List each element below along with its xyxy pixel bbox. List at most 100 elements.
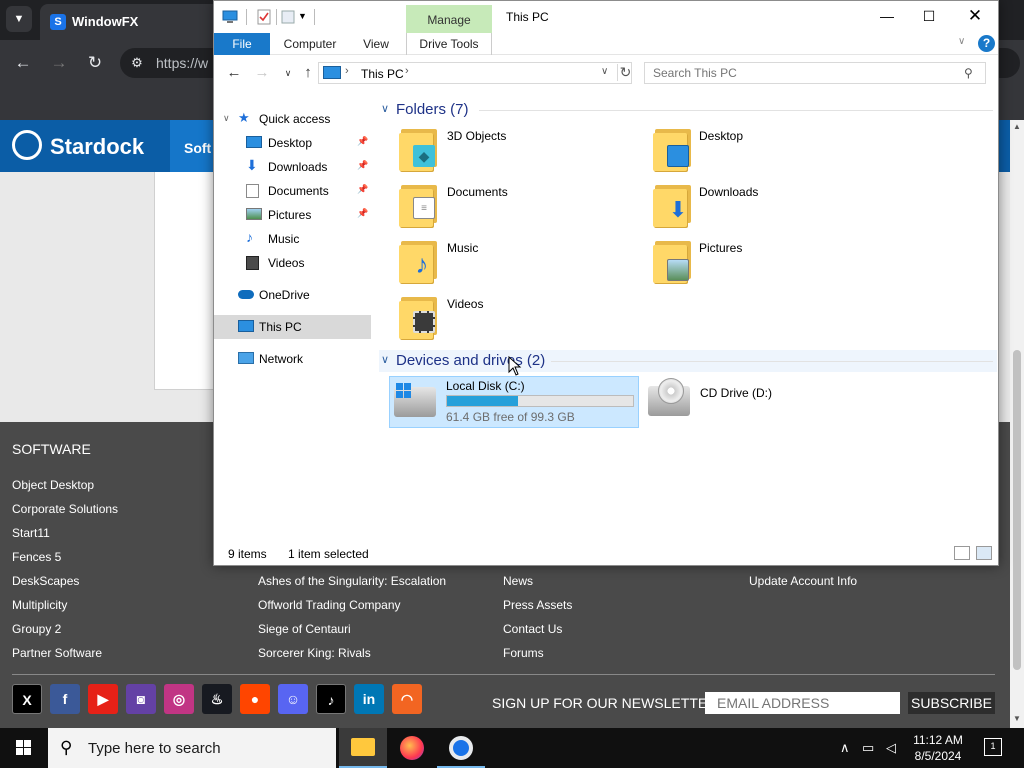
tab-computer[interactable]: Computer xyxy=(278,33,342,55)
nav-quick-videos[interactable]: Videos xyxy=(214,251,371,275)
back-arrow-icon[interactable]: ← xyxy=(224,63,244,83)
x-icon[interactable]: X xyxy=(12,684,42,714)
nav-quick-downloads[interactable]: ⬇ Downloads 📌 xyxy=(214,155,371,179)
folder-pictures[interactable]: Pictures xyxy=(653,239,901,293)
details-view-icon[interactable] xyxy=(954,546,970,560)
maximize-icon[interactable]: ☐ xyxy=(906,1,952,31)
footer-link[interactable]: Forums xyxy=(503,646,544,660)
start-button[interactable] xyxy=(0,728,48,768)
tab-search-button[interactable]: ▼ xyxy=(6,6,32,32)
address-bar[interactable]: › This PC › ∨ ↻ xyxy=(318,62,632,84)
folder-videos[interactable]: Videos xyxy=(399,295,647,349)
tab-file[interactable]: File xyxy=(214,33,270,55)
instagram-icon[interactable]: ◎ xyxy=(164,684,194,714)
facebook-icon[interactable]: f xyxy=(50,684,80,714)
footer-link[interactable]: DeskScapes xyxy=(12,574,79,588)
up-arrow-icon[interactable]: ↑ xyxy=(298,63,318,83)
rss-icon[interactable]: ◠ xyxy=(392,684,422,714)
reddit-icon[interactable]: ● xyxy=(240,684,270,714)
minimize-icon[interactable]: — xyxy=(864,1,910,31)
nav-quick-pictures[interactable]: Pictures 📌 xyxy=(214,203,371,227)
footer-link[interactable]: Offworld Trading Company xyxy=(258,598,401,612)
browser-tab[interactable]: S WindowFX xyxy=(40,4,220,40)
collapse-chevron-icon[interactable]: ∨ xyxy=(381,353,389,366)
scroll-thumb[interactable] xyxy=(1013,350,1021,670)
taskbar-clock[interactable]: 11:12 AM 8/5/2024 xyxy=(905,732,971,764)
nav-onedrive[interactable]: OneDrive xyxy=(214,283,371,307)
folder-3d-objects[interactable]: ◆ 3D Objects xyxy=(399,127,647,181)
taskbar-file-explorer[interactable] xyxy=(339,728,387,768)
explorer-titlebar[interactable]: ▼ Manage This PC — ☐ ✕ xyxy=(214,1,998,33)
folders-group-header[interactable]: ∨ Folders (7) xyxy=(379,99,997,121)
nav-quick-desktop[interactable]: Desktop 📌 xyxy=(214,131,371,155)
scroll-up-icon[interactable]: ▲ xyxy=(1012,122,1022,132)
footer-link[interactable]: Sorcerer King: Rivals xyxy=(258,646,371,660)
collapse-chevron-icon[interactable]: ∨ xyxy=(381,102,389,115)
tab-drive-tools[interactable]: Drive Tools xyxy=(406,33,492,55)
show-hidden-icons-icon[interactable]: ∧ xyxy=(840,740,850,756)
nav-quick-access[interactable]: ∨ ★ Quick access xyxy=(214,107,371,131)
subscribe-button[interactable]: SUBSCRIBE xyxy=(908,692,995,714)
reload-icon[interactable]: ↻ xyxy=(84,52,106,74)
address-text[interactable]: This PC xyxy=(361,67,404,81)
discord-icon[interactable]: ☺ xyxy=(278,684,308,714)
youtube-icon[interactable]: ▶ xyxy=(88,684,118,714)
taskbar-firefox[interactable] xyxy=(388,728,436,768)
footer-link[interactable]: Object Desktop xyxy=(12,478,94,492)
back-arrow-icon[interactable]: ← xyxy=(12,52,34,74)
footer-link[interactable]: Update Account Info xyxy=(749,574,857,588)
folder-downloads[interactable]: ⬇ Downloads xyxy=(653,183,901,237)
footer-link[interactable]: Partner Software xyxy=(12,646,102,660)
footer-link[interactable]: Fences 5 xyxy=(12,550,61,564)
customize-quick-access-icon[interactable]: ▼ xyxy=(298,11,314,27)
tiktok-icon[interactable]: ♪ xyxy=(316,684,346,714)
devices-group-header[interactable]: ∨ Devices and drives (2) xyxy=(379,350,997,372)
steam-icon[interactable]: ♨ xyxy=(202,684,232,714)
chevron-right-icon[interactable]: › xyxy=(405,65,409,77)
help-icon[interactable]: ? xyxy=(978,35,995,52)
footer-link[interactable]: Press Assets xyxy=(503,598,572,612)
scroll-down-icon[interactable]: ▼ xyxy=(1012,714,1022,724)
footer-link[interactable]: Siege of Centauri xyxy=(258,622,351,636)
chevron-right-icon[interactable]: › xyxy=(345,65,349,77)
folder-music[interactable]: ♪ Music xyxy=(399,239,647,293)
folder-documents[interactable]: ≡ Documents xyxy=(399,183,647,237)
footer-link[interactable]: Corporate Solutions xyxy=(12,502,118,516)
properties-icon[interactable] xyxy=(256,9,272,25)
footer-link[interactable]: Ashes of the Singularity: Escalation xyxy=(258,574,446,588)
stardock-logo-icon[interactable] xyxy=(12,130,42,160)
volume-muted-icon[interactable]: ◁ xyxy=(886,740,896,756)
footer-link[interactable]: Multiplicity xyxy=(12,598,67,612)
close-icon[interactable]: ✕ xyxy=(952,1,998,31)
drive-local-disk-c[interactable]: Local Disk (C:) 61.4 GB free of 99.3 GB xyxy=(389,376,639,428)
search-input[interactable] xyxy=(644,62,986,84)
drive-cd-d[interactable]: CD Drive (D:) xyxy=(644,376,894,428)
nav-network[interactable]: Network xyxy=(214,347,371,371)
footer-link[interactable]: Groupy 2 xyxy=(12,622,61,636)
forward-arrow-icon[interactable]: → xyxy=(48,52,70,74)
forward-arrow-icon[interactable]: → xyxy=(252,63,272,83)
site-brand[interactable]: Stardock xyxy=(50,134,144,160)
nav-quick-documents[interactable]: Documents 📌 xyxy=(214,179,371,203)
manage-contextual-tab[interactable]: Manage xyxy=(406,5,492,33)
nav-quick-music[interactable]: ♪ Music xyxy=(214,227,371,251)
expand-chevron-icon[interactable]: ∨ xyxy=(223,113,230,124)
new-folder-icon[interactable] xyxy=(280,9,296,25)
footer-link[interactable]: Start11 xyxy=(12,526,50,540)
footer-link[interactable]: News xyxy=(503,574,533,588)
newsletter-email-input[interactable] xyxy=(705,692,900,714)
network-status-icon[interactable]: ▭ xyxy=(862,740,874,756)
notification-center-icon[interactable]: 1 xyxy=(984,738,1002,756)
tab-view[interactable]: View xyxy=(356,33,396,55)
taskbar-search-box[interactable]: ⚲ Type here to search xyxy=(48,728,336,768)
recent-locations-icon[interactable]: ∨ xyxy=(278,63,298,83)
taskbar-chrome[interactable] xyxy=(437,728,485,768)
linkedin-icon[interactable]: in xyxy=(354,684,384,714)
twitch-icon[interactable]: ◙ xyxy=(126,684,156,714)
site-info-icon[interactable]: ⚙ xyxy=(128,54,146,72)
folder-desktop[interactable]: Desktop xyxy=(653,127,901,181)
nav-this-pc[interactable]: This PC xyxy=(214,315,371,339)
footer-link[interactable]: Contact Us xyxy=(503,622,562,636)
page-scrollbar[interactable]: ▲ ▼ xyxy=(1010,120,1024,728)
expand-ribbon-icon[interactable]: ∨ xyxy=(958,36,965,47)
